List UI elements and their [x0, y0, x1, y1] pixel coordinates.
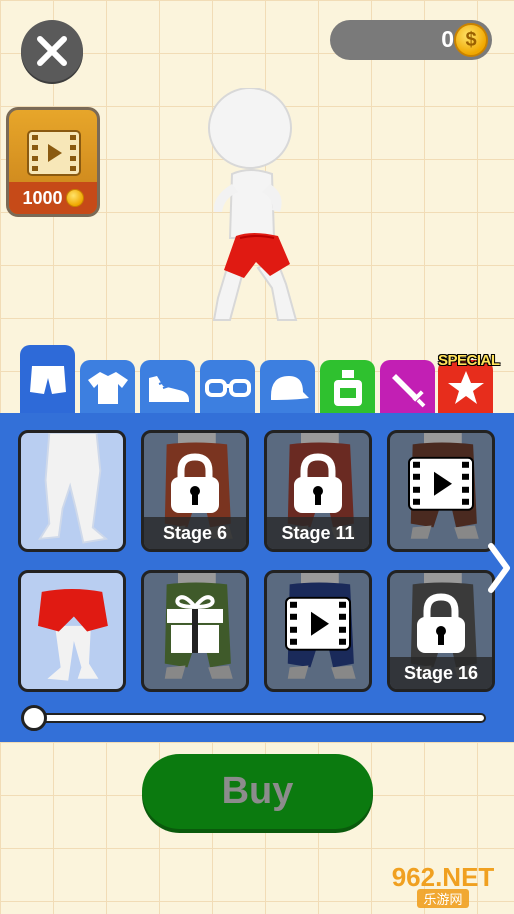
tab-cap[interactable] — [260, 360, 315, 415]
coin-counter: 0 $ — [330, 20, 492, 60]
video-film-icon — [285, 596, 351, 651]
item-slot-owned-plain[interactable] — [18, 430, 126, 552]
sword-icon — [391, 373, 425, 407]
perfume-bottle-icon — [333, 369, 362, 406]
lock-icon — [417, 593, 465, 653]
video-film-icon — [408, 456, 474, 511]
item-slot-locked[interactable]: Stage 6 — [141, 430, 249, 552]
star-icon — [447, 370, 484, 404]
price-value: 1000 — [22, 187, 63, 208]
coin-count: 0 — [441, 26, 454, 52]
tab-glasses[interactable] — [200, 360, 255, 415]
item-slot-gift[interactable] — [141, 570, 249, 692]
stage-requirement-label: Stage 6 — [144, 517, 246, 549]
coin-icon: $ — [454, 23, 488, 57]
player-character — [208, 88, 298, 321]
cap-icon — [270, 375, 309, 400]
tab-shorts[interactable] — [20, 345, 75, 415]
stage-requirement-label: Stage 11 — [267, 517, 369, 549]
buy-button[interactable]: Buy — [142, 754, 373, 829]
tab-shirt[interactable] — [80, 360, 135, 415]
scroll-slider-track[interactable] — [30, 713, 486, 723]
watermark-logo: 962.NET 乐游网 — [376, 862, 510, 910]
stage-requirement-label: Stage 16 — [390, 657, 492, 689]
item-slot-video[interactable] — [387, 430, 495, 552]
next-page-arrow-icon[interactable] — [485, 540, 511, 596]
lock-icon — [294, 453, 342, 513]
close-button[interactable] — [21, 20, 83, 82]
gift-icon — [167, 595, 223, 653]
tab-shoes[interactable] — [140, 360, 195, 415]
item-slot-owned-red[interactable] — [18, 570, 126, 692]
item-slot-locked[interactable]: Stage 11 — [264, 430, 372, 552]
scroll-slider-thumb[interactable] — [21, 705, 47, 731]
shorts-icon — [29, 366, 66, 394]
watermark-top: 962.NET — [391, 861, 495, 892]
close-x-icon — [37, 36, 67, 66]
coin-icon — [65, 189, 84, 207]
video-film-icon — [27, 130, 81, 176]
lock-icon — [171, 453, 219, 513]
special-label: SPECIAL — [438, 352, 500, 369]
video-reward-button[interactable]: 1000 — [6, 107, 100, 217]
shirt-icon — [87, 371, 128, 404]
sneaker-icon — [148, 375, 189, 402]
video-reward-price: 1000 — [9, 182, 97, 214]
glasses-icon — [204, 378, 251, 397]
item-slot-video[interactable] — [264, 570, 372, 692]
item-slot-locked[interactable]: Stage 16 — [387, 570, 495, 692]
tab-weapon[interactable] — [380, 360, 435, 415]
tab-accessory[interactable] — [320, 360, 375, 415]
watermark-bottom: 乐游网 — [417, 888, 469, 908]
